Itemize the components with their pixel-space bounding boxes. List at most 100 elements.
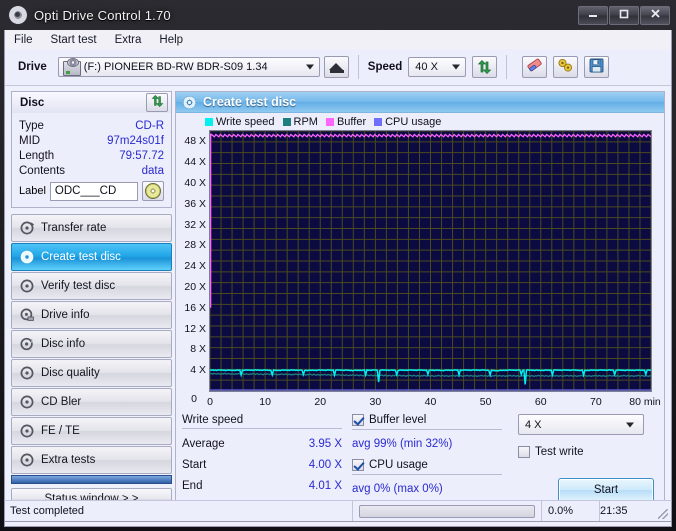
drive-toolbar: Drive (F:) PIONEER BD-RW BDR-S09 1.34 Sp… — [5, 49, 671, 86]
legend-item-write-speed: Write speed — [205, 116, 275, 128]
maximize-button[interactable] — [609, 5, 639, 25]
sidebar-item-cd-bler[interactable]: CD Bler — [11, 388, 172, 416]
status-bar: Test completed 0.0% 21:35 — [4, 500, 672, 522]
y-tick-label: 20 X — [184, 281, 206, 293]
x-tick-label: 50 — [479, 396, 492, 408]
stat-key: Average — [182, 438, 225, 450]
toolbar-divider-1 — [357, 55, 359, 79]
menu-bar: File Start test Extra Help — [4, 30, 672, 49]
sidebar-item-extra-tests[interactable]: Extra tests — [11, 446, 172, 474]
stat-row-average: Average 3.95 X — [182, 438, 342, 450]
y-tick-label: 36 X — [184, 197, 206, 210]
test-write-checkbox-row[interactable]: Test write — [518, 446, 658, 458]
disc-label-key: Label — [19, 185, 46, 197]
y-tick-label: 48 X — [184, 135, 206, 148]
sidebar-item-disc-quality[interactable]: Disc quality — [11, 359, 172, 387]
cpu-usage-checkbox-row[interactable]: CPU usage — [352, 459, 502, 471]
stat-value: 3.95 X — [308, 438, 342, 450]
buffer-divider — [352, 429, 502, 430]
sidebar-item-disc-info[interactable]: Disc info — [11, 330, 172, 358]
disc-verify-icon — [20, 279, 34, 293]
disc-write-icon — [183, 95, 196, 109]
disc-row-type: Type CD-R — [19, 118, 164, 133]
write-speed-chart: 4 X 8 X 12 X 16 X 20 X 24 X 28 X 32 X 36 X 40 X 44… — [180, 130, 661, 420]
x-tick-label: 40 — [424, 396, 437, 408]
chevron-down-icon — [452, 64, 461, 70]
legend-swatch — [282, 118, 291, 126]
disc-label-input[interactable]: ODC___CD — [49, 181, 138, 201]
cd-bler-icon — [20, 395, 34, 409]
sidebar-item-verify-test-disc[interactable]: Verify test disc — [11, 272, 172, 300]
client-area: Drive (F:) PIONEER BD-RW BDR-S09 1.34 Sp… — [4, 49, 672, 527]
y-tick-label: 4 X — [190, 364, 206, 377]
sidebar-item-drive-info[interactable]: Drive info — [11, 301, 172, 329]
panel-title: Create test disc — [203, 95, 297, 109]
tools-button[interactable] — [553, 56, 579, 78]
legend-item-buffer: Buffer — [325, 116, 366, 128]
disc-row-contents: Contents data — [19, 163, 164, 178]
menu-item-extra[interactable]: Extra — [106, 32, 151, 48]
refresh-button[interactable] — [472, 56, 498, 78]
drive-select[interactable]: (F:) PIONEER BD-RW BDR-S09 1.34 — [57, 57, 320, 77]
progress-bar — [353, 501, 541, 521]
legend-label: CPU usage — [385, 116, 442, 128]
sidebar-item-label: Create test disc — [41, 251, 121, 263]
cpu-usage-checkbox[interactable] — [352, 459, 364, 471]
legend-label: Write speed — [216, 116, 275, 128]
start-button[interactable]: Start — [558, 478, 654, 502]
legend-item-rpm: RPM — [282, 116, 318, 128]
disc-label-button[interactable] — [142, 181, 164, 201]
minimize-button[interactable] — [578, 5, 608, 25]
drive-label: Drive — [18, 61, 47, 73]
resize-grip[interactable] — [658, 509, 668, 519]
stat-key: End — [182, 480, 203, 492]
stat-value: 4.01 X — [308, 480, 342, 492]
buffer-level-checkbox[interactable] — [352, 414, 364, 426]
panel-header: Create test disc — [176, 92, 664, 113]
stat-row-start: Start 4.00 X — [182, 459, 342, 471]
cpu-usage-value: avg 0% (max 0%) — [352, 483, 443, 495]
test-write-checkbox[interactable] — [518, 446, 530, 458]
x-tick-label: 0 — [207, 396, 213, 408]
menu-item-file[interactable]: File — [5, 32, 42, 48]
chart-y-axis: 4 X 8 X 12 X 16 X 20 X 24 X 28 X 32 X 36 X 40 X 44… — [180, 130, 208, 405]
disc-type-value: CD-R — [135, 119, 164, 132]
legend-swatch — [205, 118, 213, 126]
left-panel: Disc Type CD-R MID 97m24s01f Length 79:5… — [11, 91, 172, 521]
speed-select[interactable]: 40 X — [408, 57, 467, 77]
disc-length-value: 79:57.72 — [119, 149, 164, 162]
x-tick-label: 80 min — [629, 396, 661, 408]
y-tick-label: 44 X — [184, 156, 206, 169]
erase-button[interactable] — [522, 56, 548, 78]
title-bar: Opti Drive Control 1.70 — [0, 0, 676, 30]
app-disc-icon — [8, 5, 28, 25]
chart-legend: Write speed RPM Buffer CPU usage — [176, 113, 664, 130]
save-button[interactable] — [584, 56, 610, 78]
eject-button[interactable] — [323, 56, 349, 78]
write-speed-select[interactable]: 4 X — [518, 414, 644, 435]
menu-item-help[interactable]: Help — [150, 32, 192, 48]
y-tick-label: 28 X — [184, 239, 206, 252]
stat-value: 4.00 X — [308, 459, 342, 471]
buffer-cpu-stats: Buffer level avg 99% (min 32%) CPU usage… — [352, 414, 502, 495]
write-speed-select-value: 4 X — [525, 418, 542, 431]
speed-label: Speed — [367, 61, 403, 73]
menu-item-start-test[interactable]: Start test — [42, 32, 106, 48]
toolbar-divider-2 — [506, 55, 508, 79]
sidebar-accent-bar — [11, 475, 172, 484]
buffer-level-value: avg 99% (min 32%) — [352, 438, 453, 450]
disc-contents-key: Contents — [19, 164, 66, 177]
x-tick-label: 60 — [534, 396, 547, 408]
progress-track — [359, 504, 535, 518]
sidebar-item-label: Drive info — [41, 309, 90, 321]
status-message: Test completed — [5, 501, 353, 521]
y-tick-label: 12 X — [184, 322, 206, 335]
buffer-level-checkbox-row[interactable]: Buffer level — [352, 414, 502, 426]
disc-info-icon — [20, 337, 34, 351]
sidebar-item-create-test-disc[interactable]: Create test disc — [11, 243, 172, 271]
window-controls — [577, 5, 670, 25]
close-button[interactable] — [640, 5, 670, 25]
sidebar-item-fe-te[interactable]: FE / TE — [11, 417, 172, 445]
disc-refresh-button[interactable] — [146, 93, 168, 112]
sidebar-item-transfer-rate[interactable]: Transfer rate — [11, 214, 172, 242]
